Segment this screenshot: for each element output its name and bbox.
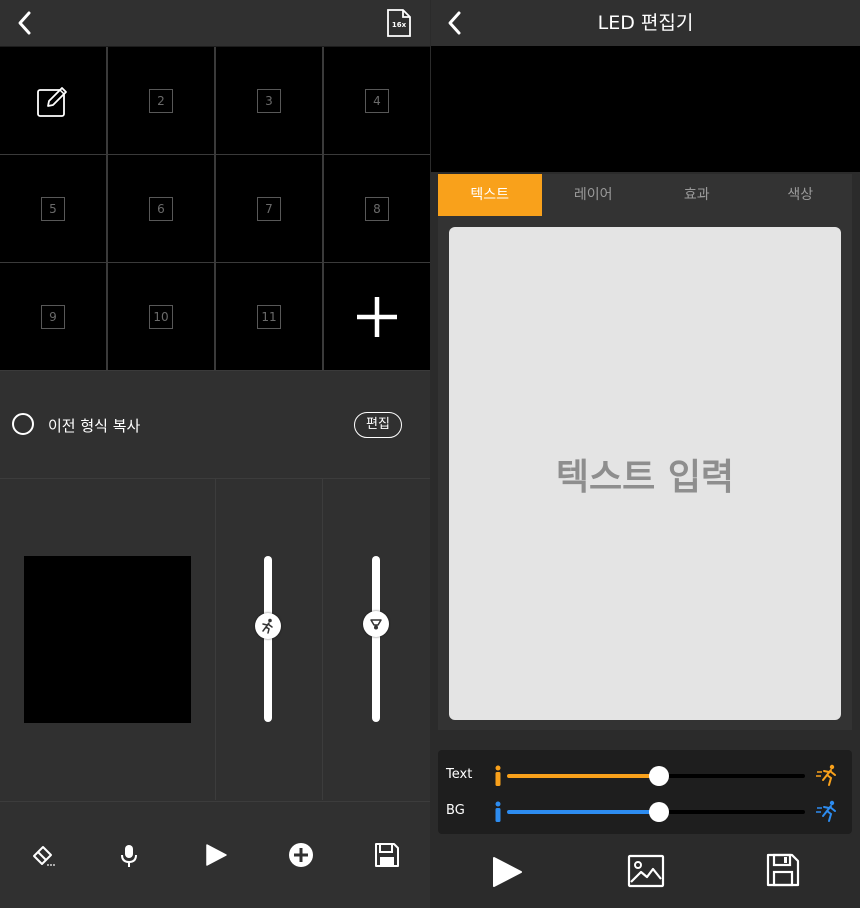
- file-badge-text: 16x: [391, 21, 407, 29]
- speed-panel: Text BG: [438, 750, 852, 834]
- slot-edit-cell[interactable]: [0, 47, 106, 154]
- slot-number: 11: [257, 304, 281, 329]
- microphone-icon: [121, 845, 137, 867]
- image-button[interactable]: [627, 854, 665, 888]
- editor-content: 텍스트 레이어 효과 색상 텍스트 입력: [438, 174, 852, 730]
- eraser-icon: [33, 846, 55, 866]
- slot-number: 2: [149, 88, 173, 113]
- slot-number: 5: [41, 196, 65, 221]
- add-slot-cell[interactable]: [324, 263, 430, 370]
- walking-icon: [493, 801, 503, 823]
- running-icon: [262, 618, 273, 634]
- left-header: 16x: [0, 0, 430, 47]
- microphone-button[interactable]: [119, 843, 139, 869]
- led-display-preview: [431, 46, 860, 172]
- eraser-button[interactable]: [30, 842, 56, 868]
- running-fast-icon: [816, 800, 840, 824]
- divider: [322, 479, 323, 800]
- slot-cell[interactable]: 9: [0, 263, 106, 370]
- plus-circle-icon: [289, 843, 313, 867]
- text-speed-slider[interactable]: [507, 766, 805, 786]
- tab-effect[interactable]: 효과: [645, 174, 749, 216]
- slot-number: 9: [41, 304, 65, 329]
- play-button[interactable]: [491, 856, 523, 888]
- plus-icon: [357, 296, 397, 337]
- text-input-area[interactable]: 텍스트 입력: [449, 227, 841, 720]
- editor-tabs: 텍스트 레이어 효과 색상: [438, 174, 852, 216]
- floppy-disk-icon: [766, 853, 800, 887]
- slot-cell[interactable]: 6: [108, 155, 214, 262]
- tab-color[interactable]: 색상: [748, 174, 852, 216]
- led-preview: [24, 556, 191, 723]
- edit-button[interactable]: 편집: [354, 412, 402, 438]
- bg-speed-knob[interactable]: [648, 802, 669, 822]
- tab-layer[interactable]: 레이어: [541, 174, 645, 216]
- lamp-icon: [370, 619, 382, 630]
- text-speed-fill: [507, 774, 659, 778]
- slot-cell[interactable]: 3: [216, 47, 322, 154]
- slot-cell[interactable]: 7: [216, 155, 322, 262]
- edit-pencil-icon: [37, 86, 67, 117]
- slot-cell[interactable]: 10: [108, 263, 214, 370]
- slot-cell[interactable]: 2: [108, 47, 214, 154]
- play-icon: [493, 857, 522, 887]
- file-16x-button[interactable]: 16x: [386, 8, 414, 38]
- left-panel: 16x 2 3 4 5 6 7 8 9 10 11 이전 형식 복사 편집: [0, 0, 430, 908]
- slot-cell[interactable]: 5: [0, 155, 106, 262]
- right-panel: LED 편집기 텍스트 레이어 효과 색상 텍스트 입력 Text BG: [431, 0, 860, 907]
- slot-number: 4: [365, 88, 389, 113]
- page-title: LED 편집기: [597, 12, 694, 34]
- bg-speed-slider[interactable]: [507, 802, 805, 822]
- slot-number: 7: [257, 196, 281, 221]
- play-icon: [206, 844, 227, 866]
- right-header: LED 편집기: [431, 0, 860, 46]
- slot-number: 10: [149, 304, 173, 329]
- slot-number: 6: [149, 196, 173, 221]
- save-button[interactable]: [766, 853, 800, 887]
- right-toolbar: [431, 838, 860, 907]
- led-slot-grid: 2 3 4 5 6 7 8 9 10 11: [0, 47, 430, 371]
- image-icon: [627, 854, 665, 888]
- slot-cell[interactable]: 11: [216, 263, 322, 370]
- copy-previous-label: 이전 형식 복사: [48, 417, 141, 435]
- slot-number: 3: [257, 88, 281, 113]
- slot-cell[interactable]: 8: [324, 155, 430, 262]
- bg-speed-fill: [507, 810, 659, 814]
- bg-speed-label: BG: [446, 803, 465, 818]
- tab-text[interactable]: 텍스트: [438, 174, 542, 216]
- slot-cell[interactable]: 4: [324, 47, 430, 154]
- controls-area: [0, 479, 430, 800]
- speed-slider-knob[interactable]: [255, 612, 281, 639]
- floppy-disk-icon: [375, 843, 399, 867]
- play-button[interactable]: [204, 843, 228, 867]
- slot-number: 8: [365, 196, 389, 221]
- chevron-left-icon: [18, 11, 31, 35]
- text-speed-label: Text: [446, 767, 473, 782]
- running-fast-icon: [816, 764, 840, 788]
- text-speed-knob[interactable]: [648, 766, 669, 786]
- copy-previous-row: 이전 형식 복사 편집: [0, 372, 430, 479]
- divider: [215, 479, 216, 800]
- brightness-slider-track[interactable]: [372, 556, 380, 722]
- speed-slider-track[interactable]: [264, 556, 272, 722]
- save-button[interactable]: [374, 842, 400, 868]
- copy-previous-radio[interactable]: [12, 413, 34, 435]
- brightness-slider-knob[interactable]: [363, 611, 389, 638]
- back-button[interactable]: [12, 9, 40, 37]
- left-toolbar: [0, 801, 430, 908]
- add-button[interactable]: [288, 842, 314, 868]
- walking-icon: [493, 765, 503, 787]
